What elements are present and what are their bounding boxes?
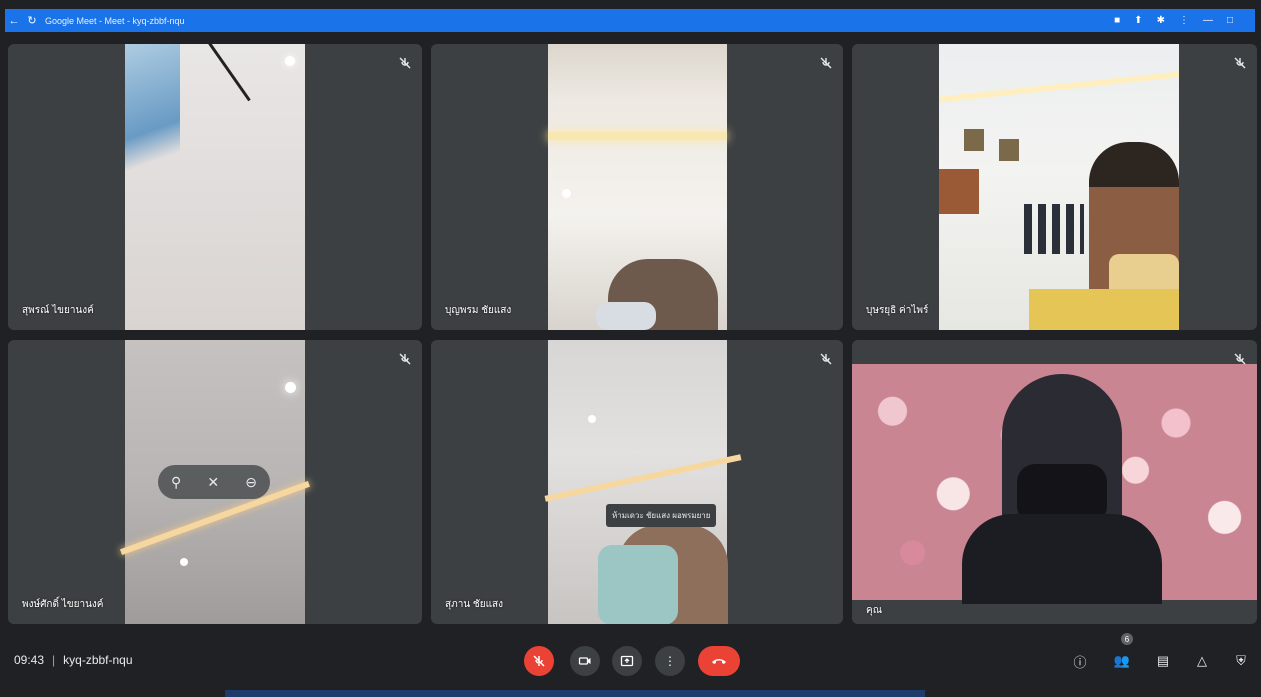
chairs (1024, 204, 1084, 254)
participant-name: คุณ (866, 605, 882, 616)
wall-frame (999, 139, 1019, 161)
activities-icon: △ (1197, 653, 1207, 668)
participant-tile[interactable]: บุญพรม ชัยแสง (431, 44, 843, 330)
light-strip (939, 71, 1179, 103)
ceiling-light (285, 56, 295, 66)
light-fixture (125, 44, 180, 184)
video-feed (544, 340, 742, 624)
mute-participant-icon[interactable]: ✕ (207, 474, 219, 491)
wall-frame (964, 129, 984, 151)
light-strip (548, 132, 727, 140)
video-feed (939, 44, 1179, 330)
participant-tile[interactable]: สุภาน ชัยแสง (431, 340, 843, 624)
participant-tile[interactable]: สุพรณ์ ไขยานงค์ (8, 44, 422, 330)
camera-indicator-icon[interactable]: ■ (1114, 15, 1120, 26)
participant-name: พงษ์ศักดิ์ ไขยานงค์ (22, 599, 104, 610)
window-title: Google Meet - Meet - kyq-zbbf-nqu (45, 15, 185, 26)
chat-icon: ▤ (1156, 653, 1170, 668)
tooltip: ห้ามเดวะ ชัยแสง ผอพรมยาย (606, 504, 717, 527)
menu-dots-icon[interactable]: ⋮ (1179, 15, 1189, 26)
self-view-tile[interactable]: คุณ (852, 340, 1257, 624)
person-hair (1089, 142, 1179, 187)
present-button[interactable] (612, 646, 642, 676)
info-icon: ⓘ (1073, 654, 1087, 670)
present-screen-icon (620, 655, 634, 667)
body (962, 514, 1162, 604)
camera-toggle-button[interactable] (570, 646, 600, 676)
remove-participant-icon[interactable]: ⊖ (245, 474, 257, 491)
hangup-icon (712, 659, 726, 664)
microphone-stand (205, 44, 251, 102)
maximize-icon[interactable]: □ (1227, 15, 1233, 26)
light-strip (544, 454, 742, 502)
mic-off-icon (533, 655, 545, 667)
host-controls-icon: ⛨ (1236, 653, 1246, 668)
activities-button[interactable]: △ (1191, 650, 1213, 672)
ceiling-light (588, 415, 596, 423)
face-mask (596, 302, 656, 330)
separator: | (52, 653, 56, 667)
mic-off-icon (1234, 57, 1246, 69)
mic-off-icon (820, 57, 832, 69)
title-bar: ← ↻ Google Meet - Meet - kyq-zbbf-nqu ■ … (5, 9, 1255, 32)
mic-toggle-button[interactable] (524, 646, 554, 676)
leave-call-button[interactable] (698, 646, 740, 676)
minimize-icon[interactable]: — (1203, 15, 1213, 26)
participant-name: สุพรณ์ ไขยานงค์ (22, 305, 94, 316)
face-mask (598, 545, 678, 624)
participant-name: บุญพรม ชัยแสง (445, 305, 512, 316)
clock: 09:43 (14, 653, 45, 667)
pin-icon[interactable]: ⚲ (171, 474, 181, 491)
ceiling-light (285, 382, 296, 393)
more-options-button[interactable]: ⋮ (655, 646, 685, 676)
meeting-details-button[interactable]: ⓘ (1069, 650, 1091, 672)
people-button[interactable]: 👥 (1111, 650, 1133, 672)
control-bar: 09:43 | kyq-zbbf-nqu ⋮ ⓘ 👥 ▤ △ ⛨ (0, 630, 1261, 690)
video-feed (548, 44, 727, 330)
chat-button[interactable]: ▤ (1152, 650, 1174, 672)
ceiling-light (562, 189, 571, 198)
door (939, 169, 979, 214)
host-controls-button[interactable]: ⛨ (1230, 650, 1252, 672)
shirt (1029, 289, 1179, 330)
back-arrow-icon[interactable]: ← (5, 12, 23, 30)
camera-icon (578, 657, 591, 665)
mic-off-icon (820, 353, 832, 365)
mic-off-icon (399, 353, 411, 365)
mic-off-icon (1234, 353, 1246, 365)
participant-name: สุภาน ชัยแสง (445, 599, 504, 610)
tile-hover-controls: ⚲ ✕ ⊖ (158, 465, 270, 499)
taskbar-strip (225, 690, 925, 697)
participant-tile[interactable]: บุษรยุธิ ค่าไพร์ (852, 44, 1257, 330)
participant-name: บุษรยุธิ ค่าไพร์ (866, 305, 929, 316)
mic-off-icon (399, 57, 411, 69)
meet-window: ← ↻ Google Meet - Meet - kyq-zbbf-nqu ■ … (0, 0, 1261, 697)
meeting-info: 09:43 | kyq-zbbf-nqu (14, 653, 133, 667)
people-icon: 👥 (1113, 653, 1131, 668)
ceiling-light (180, 558, 188, 566)
extensions-icon[interactable]: ✱ (1157, 15, 1165, 26)
video-feed (852, 364, 1257, 604)
meeting-code: kyq-zbbf-nqu (63, 653, 133, 667)
more-options-icon: ⋮ (664, 654, 676, 668)
title-bar-actions: ■ ⬆ ✱ ⋮ — □ (1114, 9, 1233, 32)
participant-count-badge: 6 (1121, 633, 1133, 645)
video-feed (125, 44, 305, 330)
reload-icon[interactable]: ↻ (23, 12, 41, 30)
pin-icon[interactable]: ⬆ (1134, 15, 1142, 26)
